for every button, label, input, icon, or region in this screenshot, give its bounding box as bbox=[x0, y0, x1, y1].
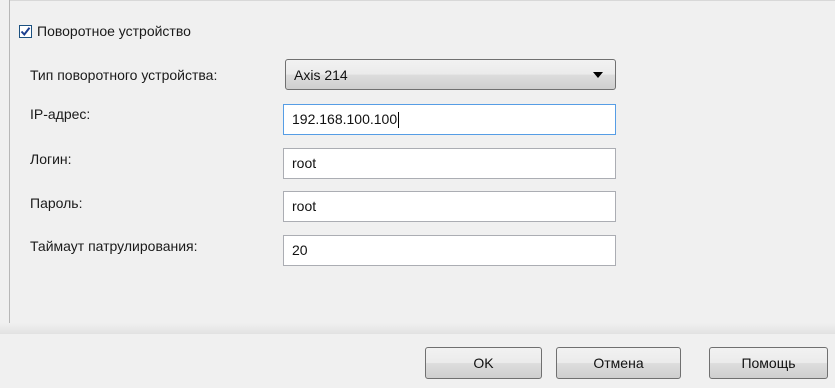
password-input[interactable]: root bbox=[283, 191, 616, 222]
login-label: Логин: bbox=[30, 151, 72, 167]
ptz-checkbox-label: Поворотное устройство bbox=[37, 23, 191, 39]
ip-label: IP-адрес: bbox=[30, 106, 91, 122]
chevron-down-icon[interactable] bbox=[593, 71, 603, 78]
patrol-timeout-label: Таймаут патрулирования: bbox=[30, 238, 198, 254]
patrol-timeout-value: 20 bbox=[292, 242, 308, 258]
device-type-value: Axis 214 bbox=[294, 66, 348, 83]
cancel-button[interactable]: Отмена bbox=[556, 347, 681, 379]
panel-left-border bbox=[0, 0, 10, 334]
patrol-timeout-input[interactable]: 20 bbox=[283, 235, 616, 266]
help-button[interactable]: Помощь bbox=[709, 347, 828, 379]
password-label: Пароль: bbox=[30, 195, 83, 211]
device-type-select[interactable]: Axis 214 bbox=[285, 59, 616, 90]
ok-button[interactable]: OK bbox=[425, 347, 542, 379]
ip-value: 192.168.100.100 bbox=[292, 111, 398, 127]
ip-input[interactable]: 192.168.100.100 bbox=[283, 104, 616, 135]
check-icon bbox=[20, 26, 31, 36]
ptz-checkbox[interactable] bbox=[19, 24, 32, 38]
login-value: root bbox=[292, 155, 317, 171]
device-type-label: Тип поворотного устройства: bbox=[30, 67, 218, 83]
login-input[interactable]: root bbox=[283, 148, 616, 179]
ptz-checkbox-row[interactable]: Поворотное устройство bbox=[19, 21, 191, 41]
text-caret bbox=[398, 112, 400, 129]
password-value: root bbox=[292, 198, 317, 214]
